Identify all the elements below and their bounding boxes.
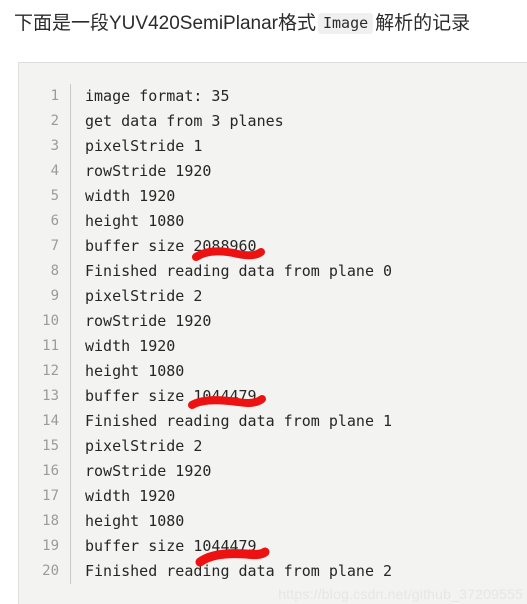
code-line: 19 buffer size 1044479 [19, 534, 527, 559]
line-number: 12 [42, 363, 59, 379]
page-title-prefix: 下面是一段YUV420SemiPlanar格式 [14, 13, 316, 34]
line-number: 18 [42, 513, 59, 529]
code-line-text: height 1080 [85, 362, 185, 380]
code-line: 12 height 1080 [19, 359, 527, 384]
page-title-suffix: 解析的记录 [375, 13, 471, 34]
line-number: 14 [42, 413, 59, 429]
code-line-text: height 1080 [85, 512, 185, 530]
line-number: 15 [42, 438, 59, 454]
code-line: 20 Finished reading data from plane 2 [19, 559, 527, 584]
code-line: 1 image format: 35 [19, 84, 527, 109]
code-line: 6 height 1080 [19, 209, 527, 234]
code-line-text: pixelStride 1 [85, 137, 203, 155]
line-number: 5 [50, 188, 59, 204]
code-line-text: rowStride 1920 [85, 312, 212, 330]
code-line-text: rowStride 1920 [85, 162, 212, 180]
code-line: 17 width 1920 [19, 484, 527, 509]
line-number: 9 [50, 288, 59, 304]
line-number: 11 [42, 338, 59, 354]
line-number: 4 [50, 163, 59, 179]
code-line-text: pixelStride 2 [85, 437, 203, 455]
code-line: 9 pixelStride 2 [19, 284, 527, 309]
code-line-text: width 1920 [85, 487, 176, 505]
code-line: 15 pixelStride 2 [19, 434, 527, 459]
line-number: 2 [50, 113, 59, 129]
line-number: 16 [42, 463, 59, 479]
code-line: 2 get data from 3 planes [19, 109, 527, 134]
code-line: 8 Finished reading data from plane 0 [19, 259, 527, 284]
line-number: 3 [50, 138, 59, 154]
line-number: 13 [42, 388, 59, 404]
code-line-text: buffer size 1044479 [85, 387, 257, 405]
code-line-text: height 1080 [85, 212, 185, 230]
code-line-text: pixelStride 2 [85, 287, 203, 305]
code-line-text: Finished reading data from plane 0 [85, 262, 393, 280]
code-line: 13 buffer size 1044479 [19, 384, 527, 409]
page-title: 下面是一段YUV420SemiPlanar格式 Image 解析的记录 [14, 9, 514, 38]
code-line: 3 pixelStride 1 [19, 134, 527, 159]
code-line: 4 rowStride 1920 [19, 159, 527, 184]
line-number: 1 [50, 88, 59, 104]
code-line-text: get data from 3 planes [85, 112, 284, 130]
line-number: 17 [42, 488, 59, 504]
line-number: 19 [42, 538, 59, 554]
code-line-text: image format: 35 [85, 87, 230, 105]
watermark: https://blog.csdn.net/github_37209555 [278, 586, 523, 602]
line-number: 6 [50, 213, 59, 229]
code-line: 5 width 1920 [19, 184, 527, 209]
code-line-text: width 1920 [85, 187, 176, 205]
code-line: 18 height 1080 [19, 509, 527, 534]
code-line: 7 buffer size 2088960 [19, 234, 527, 259]
line-number: 8 [50, 263, 59, 279]
code-line: 14 Finished reading data from plane 1 [19, 409, 527, 434]
code-block: 1 image format: 35 2 get data from 3 planes… [18, 62, 527, 604]
inline-code-image: Image [317, 13, 374, 34]
code-line-text: buffer size 2088960 [85, 237, 257, 255]
code-line: 10 rowStride 1920 [19, 309, 527, 334]
line-number: 20 [42, 563, 59, 579]
line-number: 10 [42, 313, 59, 329]
code-line-list: 1 image format: 35 2 get data from 3 planes… [19, 84, 527, 584]
code-line-text: buffer size 1044479 [85, 537, 257, 555]
line-number: 7 [50, 238, 59, 254]
code-line-text: Finished reading data from plane 2 [85, 562, 393, 580]
code-line-text: rowStride 1920 [85, 462, 212, 480]
code-line: 11 width 1920 [19, 334, 527, 359]
code-line-text: width 1920 [85, 337, 176, 355]
code-line-text: Finished reading data from plane 1 [85, 412, 393, 430]
code-line: 16 rowStride 1920 [19, 459, 527, 484]
